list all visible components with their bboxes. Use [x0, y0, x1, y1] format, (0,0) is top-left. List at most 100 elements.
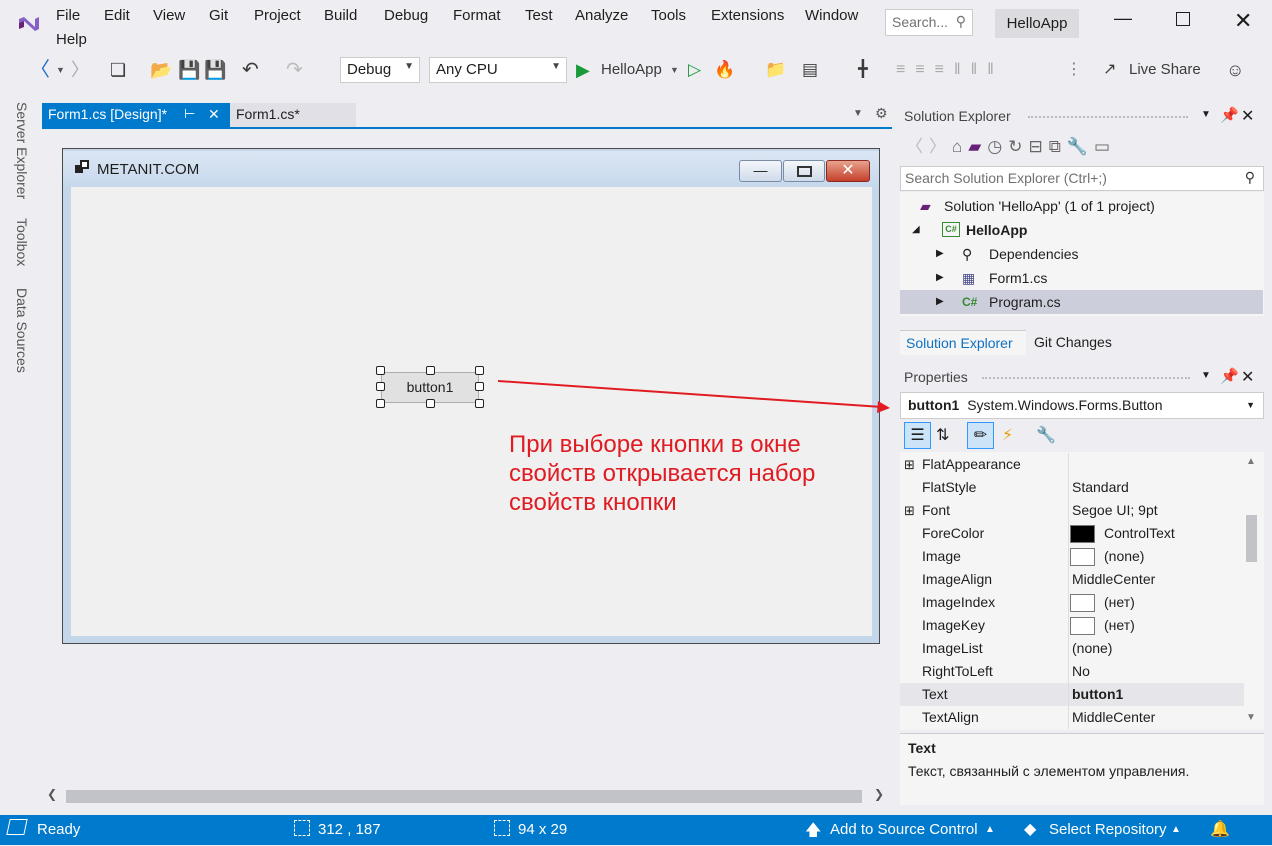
redo-icon[interactable]: ↷	[286, 52, 303, 88]
server-explorer-tab[interactable]: Server Explorer	[14, 102, 30, 199]
resize-handle[interactable]	[426, 366, 435, 375]
property-value[interactable]: MiddleCenter	[1072, 706, 1155, 729]
tree-item-program[interactable]: ▶ C# Program.cs	[900, 290, 1263, 314]
resize-handle[interactable]	[475, 382, 484, 391]
start-without-debugging-icon[interactable]: ▷	[688, 52, 701, 88]
live-share-button[interactable]: Live Share	[1129, 52, 1201, 88]
property-value[interactable]: ControlText	[1104, 522, 1175, 545]
property-row[interactable]: ImageAlign MiddleCenter	[900, 568, 1244, 591]
tree-item-dependencies[interactable]: ▶ ⚲ Dependencies	[900, 242, 1263, 266]
property-row[interactable]: FlatStyle Standard	[900, 476, 1244, 499]
resize-handle[interactable]	[376, 399, 385, 408]
tab-solution-explorer[interactable]: Solution Explorer	[900, 330, 1026, 355]
property-row[interactable]: ForeColor ControlText	[900, 522, 1244, 545]
menu-git[interactable]: Git	[209, 7, 228, 24]
browse-folder-icon[interactable]: 📁	[765, 52, 786, 88]
property-row[interactable]: ImageIndex (нет)	[900, 591, 1244, 614]
properties-wrench-icon[interactable]: 🔧	[1067, 137, 1094, 156]
undo-icon[interactable]: ↶	[242, 52, 259, 88]
scroll-up-icon[interactable]: ▲	[1246, 456, 1256, 467]
property-row[interactable]: ImageList (none)	[900, 637, 1244, 660]
solution-search-input[interactable]: Search Solution Explorer (Ctrl+;) ⚲	[900, 166, 1264, 191]
properties-view-icon[interactable]: ✏	[967, 422, 994, 449]
layout-icon[interactable]: ▤	[802, 52, 818, 88]
menu-view[interactable]: View	[153, 7, 185, 24]
run-target-label[interactable]: HelloApp	[601, 52, 662, 88]
run-dropdown-icon[interactable]: ▼	[670, 52, 679, 88]
scroll-left-icon[interactable]: ❮	[47, 787, 57, 801]
property-row-selected[interactable]: Text button1	[900, 683, 1244, 706]
bell-icon[interactable]: 🔔	[1210, 819, 1230, 839]
sync-icon[interactable]: ↻	[1008, 137, 1028, 156]
menu-analyze[interactable]: Analyze	[575, 7, 628, 24]
scrollbar-thumb[interactable]	[66, 790, 862, 803]
data-sources-tab[interactable]: Data Sources	[14, 288, 30, 373]
property-pages-icon[interactable]: 🔧	[1036, 421, 1056, 451]
scroll-right-icon[interactable]: ❯	[874, 787, 884, 801]
add-to-source-control-button[interactable]: Add to Source Control	[830, 821, 978, 838]
menu-tools[interactable]: Tools	[651, 7, 686, 24]
alignment-icons[interactable]: ≡≡≡‖‖‖	[896, 52, 1004, 88]
close-panel-icon[interactable]: ✕	[1241, 106, 1254, 126]
minimize-icon[interactable]: —	[1114, 8, 1132, 29]
gear-icon[interactable]: ⚙	[875, 105, 888, 122]
save-all-icon[interactable]: 💾	[204, 52, 226, 88]
property-value[interactable]: button1	[1072, 683, 1123, 706]
property-row[interactable]: ⊞ Font Segoe UI; 9pt	[900, 499, 1244, 522]
switch-views-icon[interactable]: ▰	[968, 137, 987, 156]
pin-icon[interactable]: 📌	[1220, 367, 1239, 385]
configuration-select[interactable]: Debug ▼	[340, 57, 420, 83]
hot-reload-icon[interactable]: 🔥	[714, 52, 735, 88]
tab-form1-design[interactable]: Form1.cs [Design]* ⊢ ✕	[42, 103, 230, 128]
menu-window[interactable]: Window	[805, 7, 858, 24]
menu-project[interactable]: Project	[254, 7, 301, 24]
close-panel-icon[interactable]: ✕	[1241, 367, 1254, 387]
back-dropdown-icon[interactable]: ▼	[56, 52, 65, 88]
resize-handle[interactable]	[376, 366, 385, 375]
open-folder-icon[interactable]: 📂	[150, 52, 172, 88]
property-row[interactable]: Image (none)	[900, 545, 1244, 568]
events-lightning-icon[interactable]: ⚡	[1002, 421, 1013, 451]
resize-handle[interactable]	[426, 399, 435, 408]
property-value[interactable]: (нет)	[1104, 591, 1135, 614]
notifications-output-icon[interactable]	[6, 819, 28, 835]
start-debugging-icon[interactable]: ▶	[576, 52, 590, 88]
resize-handle[interactable]	[376, 382, 385, 391]
resize-handle[interactable]	[475, 399, 484, 408]
maximize-icon[interactable]	[1176, 12, 1190, 26]
toolbox-tab[interactable]: Toolbox	[14, 218, 30, 266]
property-value[interactable]: Segoe UI; 9pt	[1072, 499, 1158, 522]
menu-format[interactable]: Format	[453, 7, 501, 24]
preview-icon[interactable]: ▭	[1094, 137, 1116, 156]
back-icon[interactable]: 〈	[906, 137, 929, 156]
property-value[interactable]: Standard	[1072, 476, 1129, 499]
live-share-icon[interactable]: ↗	[1103, 52, 1116, 88]
tab-form1-code[interactable]: Form1.cs*	[230, 103, 356, 128]
menu-extensions[interactable]: Extensions	[711, 7, 784, 24]
alphabetical-icon[interactable]: ⇅	[936, 421, 949, 451]
search-input[interactable]: Search... ⚲	[885, 9, 973, 36]
navigate-forward-icon[interactable]: 〉	[71, 52, 89, 88]
menu-edit[interactable]: Edit	[104, 7, 130, 24]
tree-project[interactable]: ◢ C# HelloApp	[900, 218, 1263, 242]
close-icon[interactable]: ✕	[1234, 8, 1252, 34]
new-project-icon[interactable]: ❏	[110, 52, 126, 88]
collapse-all-icon[interactable]: ⊟	[1028, 137, 1048, 156]
menu-test[interactable]: Test	[525, 7, 553, 24]
menu-file[interactable]: File	[56, 7, 80, 24]
tree-solution[interactable]: ▰ Solution 'HelloApp' (1 of 1 project)	[900, 194, 1263, 218]
pin-icon[interactable]: ⊢	[184, 106, 195, 122]
more-tools-icon[interactable]: ⋮	[1066, 52, 1082, 88]
pending-changes-icon[interactable]: ◷	[987, 137, 1008, 156]
tree-item-form1[interactable]: ▶ ▦ Form1.cs	[900, 266, 1263, 290]
properties-object-select[interactable]: button1 System.Windows.Forms.Button ▼	[900, 392, 1264, 419]
pin-icon[interactable]: 📌	[1220, 106, 1239, 124]
categorized-icon[interactable]: ☰	[904, 422, 931, 449]
resize-handle[interactable]	[475, 366, 484, 375]
property-value[interactable]: (none)	[1104, 545, 1144, 568]
property-row[interactable]: TextAlign MiddleCenter	[900, 706, 1244, 729]
forward-icon[interactable]: 〉	[929, 137, 952, 156]
property-row[interactable]: ⊞ FlatAppearance	[900, 453, 1244, 476]
property-value[interactable]: (нет)	[1104, 614, 1135, 637]
platform-select[interactable]: Any CPU ▼	[429, 57, 567, 83]
